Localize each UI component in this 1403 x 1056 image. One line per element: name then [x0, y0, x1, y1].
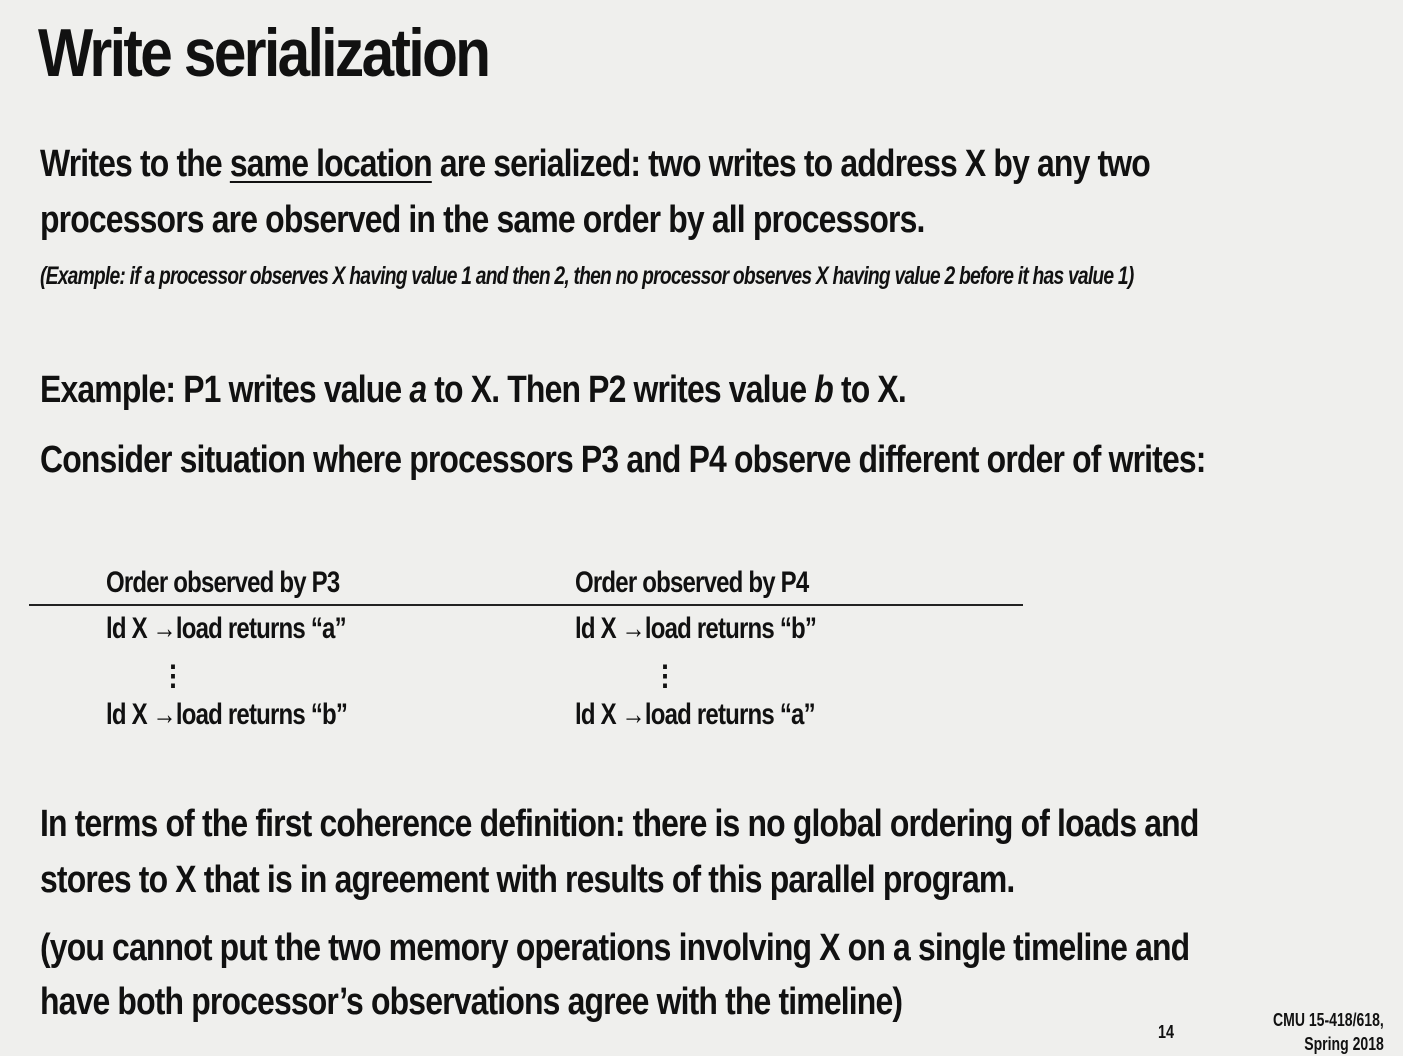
slide: Write serialization Writes to the same l…	[0, 0, 1403, 1054]
example-note: (Example: if a processor observes X havi…	[40, 262, 1134, 290]
conclusion-line-1: In terms of the first coherence definiti…	[40, 803, 1199, 845]
example-var-b: b	[814, 369, 834, 411]
course-label-line-1: CMU 15-418/618,	[1273, 1010, 1384, 1030]
intro-underlined-phrase: same location	[229, 143, 433, 185]
intro-text-post: are serialized: two writes to address X …	[431, 143, 1151, 185]
example-part-3: to X.	[832, 369, 907, 411]
course-label: CMU 15-418/618, Spring 2018	[1273, 1008, 1384, 1056]
parenthetical-line-1: (you cannot put the two memory operation…	[40, 927, 1190, 969]
example-part-2: to X. Then P2 writes value	[426, 369, 815, 411]
p4-row-1: ld X →load returns “b”	[575, 612, 817, 645]
example-line: Example: P1 writes value a to X. Then P2…	[40, 362, 907, 418]
p4-row-2: ld X →load returns “a”	[575, 698, 816, 731]
course-label-line-2: Spring 2018	[1304, 1034, 1384, 1054]
intro-text-pre: Writes to the	[40, 143, 230, 185]
page-number: 14	[1158, 1022, 1175, 1042]
p3-row-1: ld X →load returns “a”	[106, 612, 347, 645]
p3-column-header: Order observed by P3	[106, 566, 340, 599]
intro-line-2: processors are observed in the same orde…	[40, 199, 925, 241]
example-part-1: Example: P1 writes value	[40, 369, 410, 411]
p3-row-2: ld X →load returns “b”	[106, 698, 348, 731]
intro-line-1: Writes to the same location are serializ…	[40, 136, 1151, 192]
consider-line: Consider situation where processors P3 a…	[40, 439, 1206, 481]
p3-ellipsis-icon: ⋮	[159, 660, 187, 691]
parenthetical-line-2: have both processor’s observations agree…	[40, 981, 903, 1023]
p4-ellipsis-icon: ⋮	[651, 660, 679, 691]
example-var-a: a	[409, 369, 427, 411]
conclusion-line-2: stores to X that is in agreement with re…	[40, 859, 1015, 901]
slide-title: Write serialization	[38, 15, 491, 91]
p4-column-header: Order observed by P4	[575, 566, 809, 599]
table-divider	[29, 604, 1023, 606]
